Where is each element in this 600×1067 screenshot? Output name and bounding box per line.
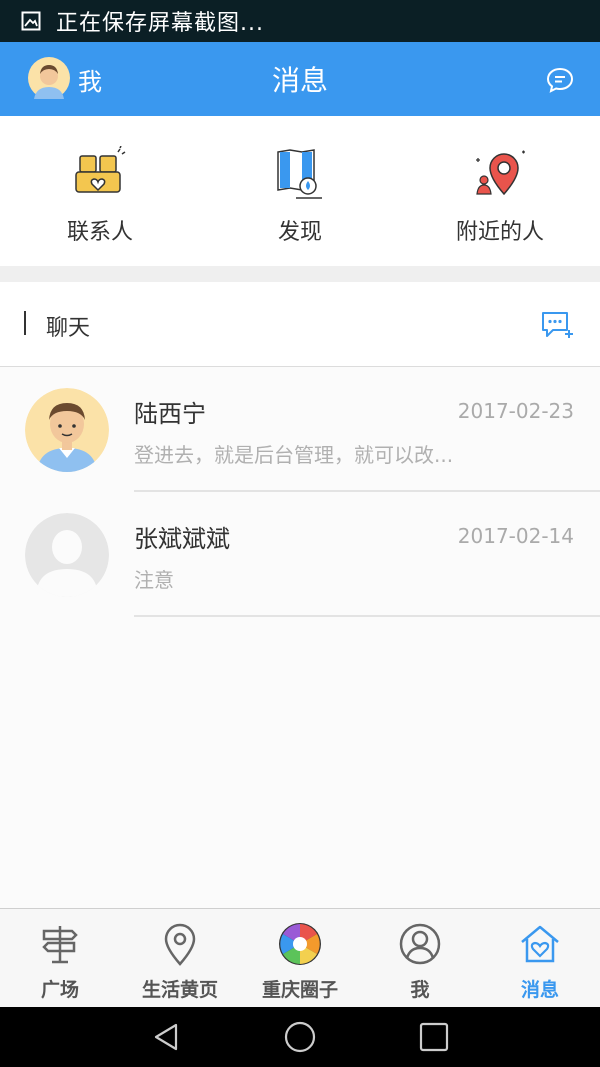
chat-section-header: 聊天 — [0, 282, 600, 367]
system-nav-bar — [0, 1007, 600, 1067]
message-date: 2017-02-23 — [457, 399, 574, 423]
chat-section-label: 聊天 — [46, 316, 91, 341]
chat-bubble-icon[interactable] — [546, 66, 574, 94]
bottom-tab-bar: 广场 生活黄页 重庆圈子 我 消息 — [0, 908, 600, 1008]
conversation-list: 陆西宁 2017-02-23 登进去，就是后台管理，就可以改... 张斌斌斌 2… — [0, 367, 600, 617]
quick-entry-discover[interactable]: 发现 — [200, 116, 400, 266]
contacts-icon — [68, 145, 132, 202]
quick-entry-label: 附近的人 — [455, 220, 544, 245]
contact-name: 陆西宁 — [134, 400, 206, 428]
quick-entry-contacts[interactable]: 联系人 — [0, 116, 200, 266]
home-heart-icon — [518, 922, 562, 966]
app-header: 我 消息 — [0, 42, 600, 116]
contact-avatar-placeholder[interactable] — [25, 513, 109, 597]
row-divider — [134, 615, 600, 617]
signpost-icon — [38, 922, 82, 966]
conversation-row[interactable]: 张斌斌斌 2017-02-14 注意 — [0, 492, 600, 617]
tab-label: 消息 — [520, 979, 559, 1001]
recents-icon[interactable] — [418, 1021, 450, 1053]
tab-label: 重庆圈子 — [261, 979, 338, 1001]
new-chat-icon[interactable] — [540, 310, 574, 340]
quick-entry-label: 联系人 — [66, 220, 133, 245]
quick-entry-label: 发现 — [277, 220, 322, 245]
tab-chongqing-circle[interactable]: 重庆圈子 — [240, 909, 360, 1008]
tab-messages[interactable]: 消息 — [480, 909, 600, 1008]
discover-map-icon — [268, 146, 332, 202]
screenshot-icon — [20, 10, 42, 32]
message-date: 2017-02-14 — [457, 524, 574, 548]
contact-avatar[interactable] — [25, 388, 109, 472]
tab-label: 我 — [410, 979, 430, 1001]
section-indicator-bar — [24, 311, 26, 335]
message-preview: 登进去，就是后台管理，就可以改... — [134, 443, 454, 467]
quick-entry-row: 联系人 发现 附近的人 — [0, 116, 600, 266]
tab-me[interactable]: 我 — [360, 909, 480, 1008]
aperture-icon — [278, 922, 322, 966]
tab-label: 广场 — [40, 979, 79, 1001]
location-pin-icon — [158, 922, 202, 966]
page-title: 消息 — [271, 64, 328, 97]
section-gap — [0, 266, 600, 282]
back-icon[interactable] — [150, 1021, 182, 1053]
status-bar: 正在保存屏幕截图... — [0, 0, 600, 42]
message-preview: 注意 — [134, 568, 174, 592]
home-icon[interactable] — [284, 1021, 316, 1053]
contact-name: 张斌斌斌 — [134, 525, 230, 553]
tab-yellow-pages[interactable]: 生活黄页 — [120, 909, 240, 1008]
tab-square[interactable]: 广场 — [0, 909, 120, 1008]
status-text: 正在保存屏幕截图... — [56, 11, 264, 36]
nearby-people-icon — [468, 146, 532, 202]
tab-label: 生活黄页 — [141, 979, 218, 1001]
quick-entry-nearby[interactable]: 附近的人 — [400, 116, 600, 266]
person-icon — [398, 922, 442, 966]
conversation-row[interactable]: 陆西宁 2017-02-23 登进去，就是后台管理，就可以改... — [0, 367, 600, 492]
